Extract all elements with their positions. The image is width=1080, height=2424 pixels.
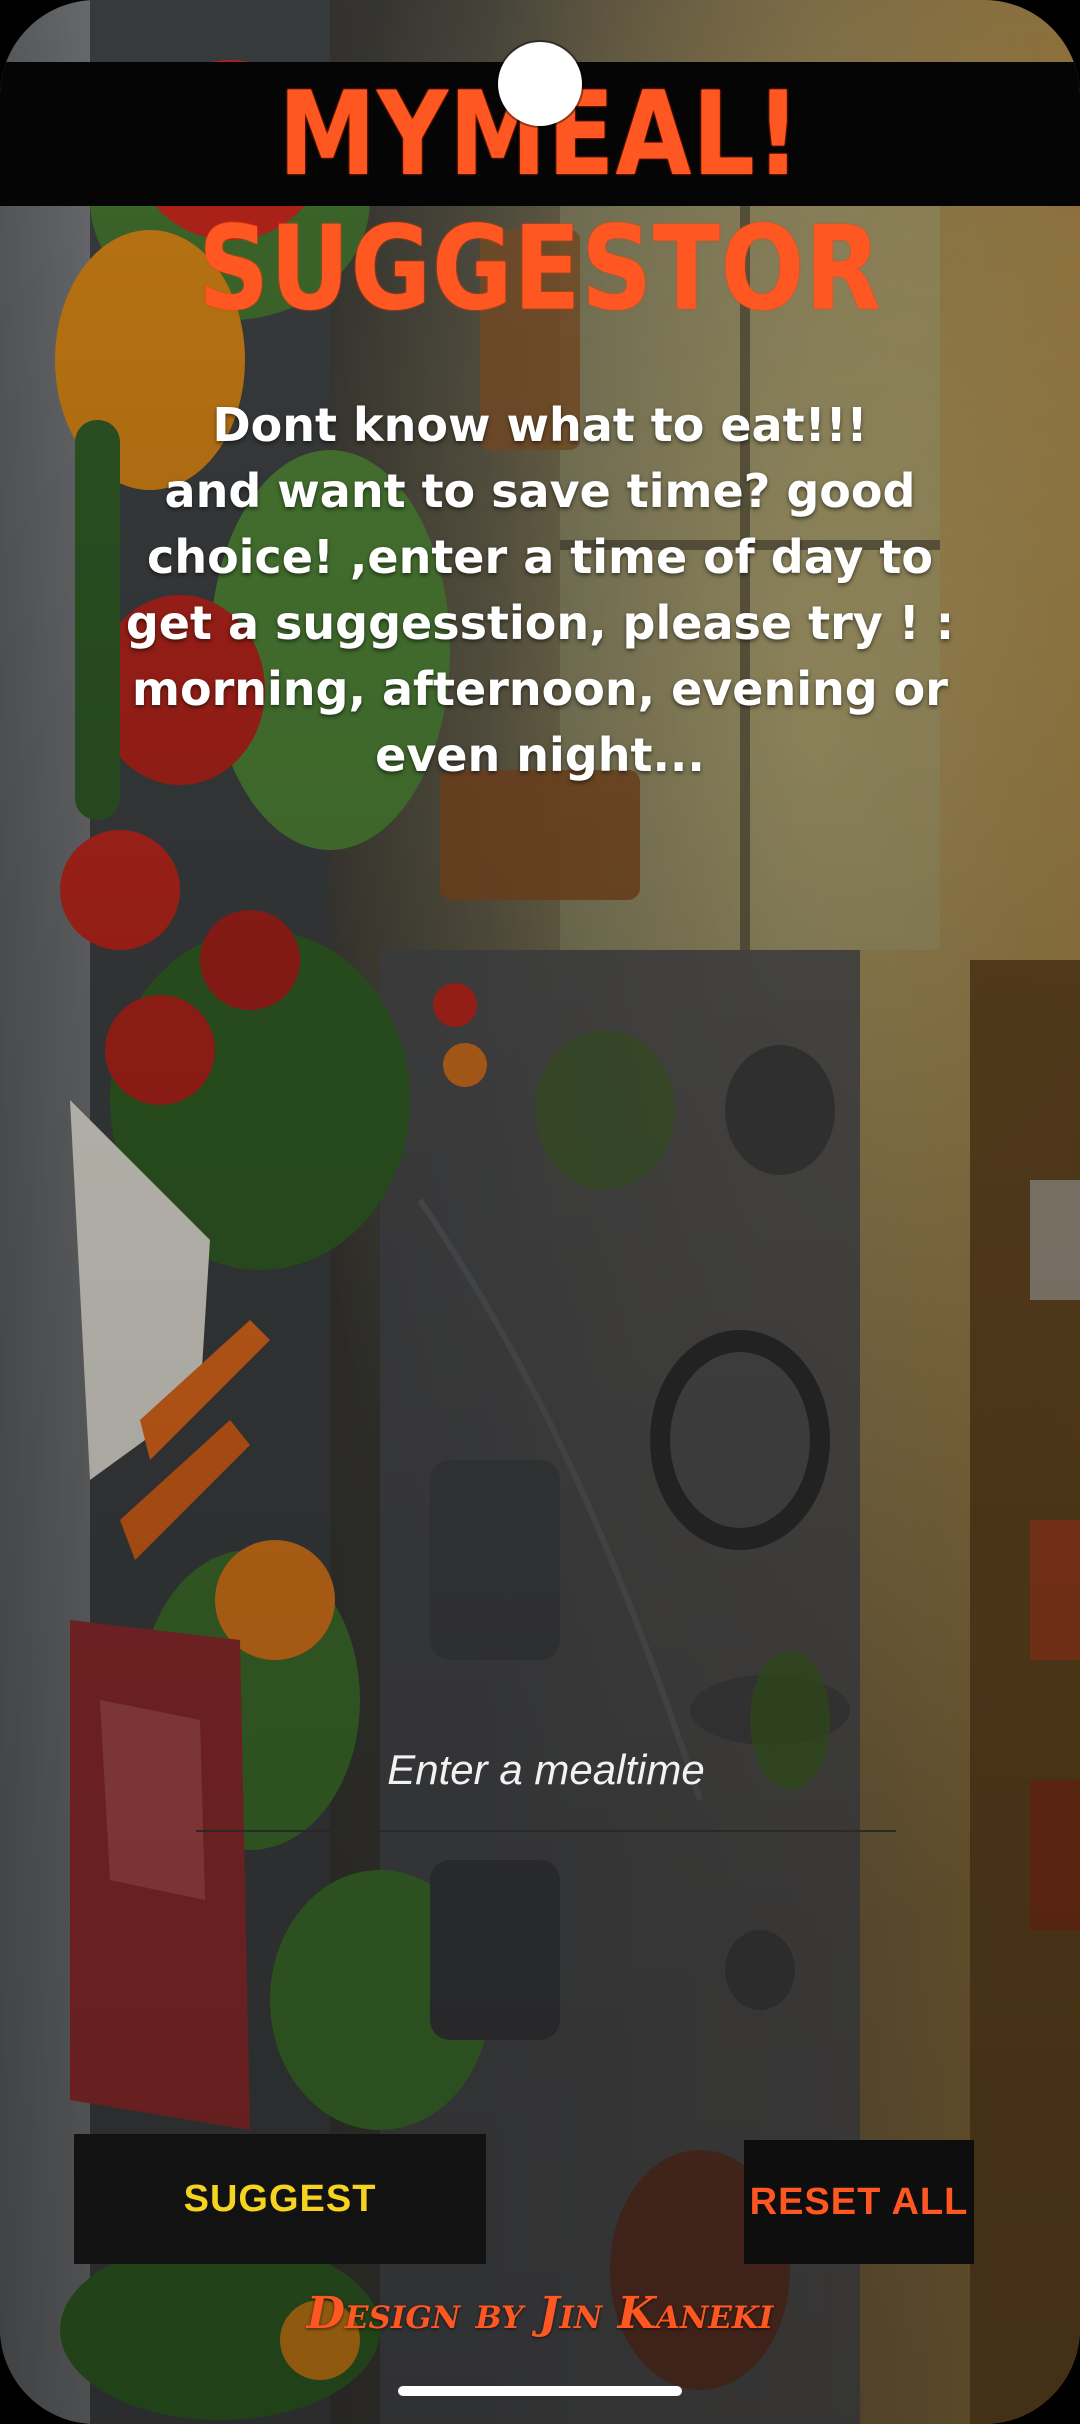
mealtime-field[interactable] [196,1730,896,1832]
app-screen: MYMEAL! SUGGESTOR Dont know what to eat!… [0,0,1080,2424]
designer-credit: Design by Jin Kaneki [306,2288,774,2339]
reset-all-button[interactable]: RESET ALL [744,2140,974,2264]
background-overlay [0,0,1080,2424]
home-indicator[interactable] [398,2386,682,2396]
mealtime-input[interactable] [196,1730,896,1810]
camera-cutout [498,42,582,126]
suggest-button[interactable]: SUGGEST [74,2134,486,2264]
intro-text: Dont know what to eat!!! and want to sav… [125,398,955,782]
